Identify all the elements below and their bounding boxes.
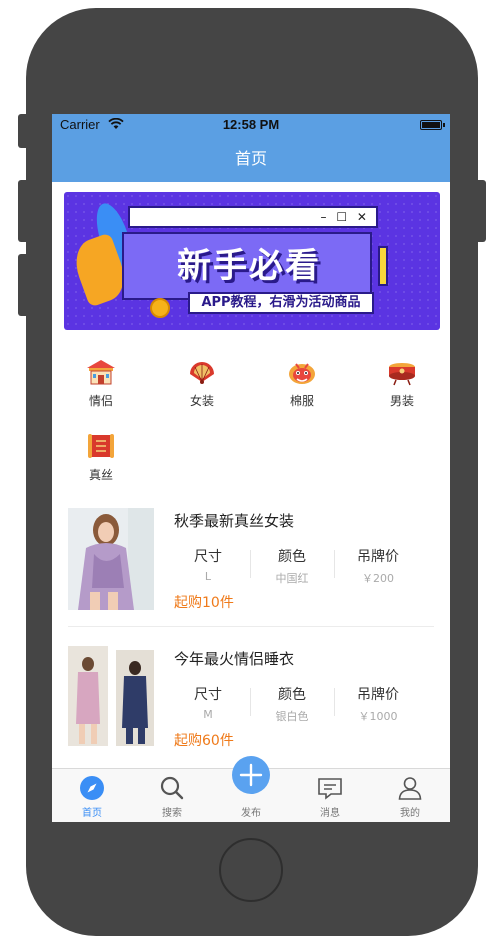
category-label: 女装 <box>189 394 214 408</box>
drum-icon <box>389 363 415 386</box>
product-attr-size: 尺寸 L <box>166 546 250 583</box>
tab-label: 我的 <box>400 808 420 819</box>
tab-label: 首页 <box>82 808 102 819</box>
attr-value: ￥200 <box>362 572 394 585</box>
yellow-bar-decoration <box>378 246 388 286</box>
min-order-quantity: 起购60件 <box>174 733 234 749</box>
category-cotton[interactable]: 棉服 <box>262 358 342 409</box>
plus-icon <box>239 763 263 787</box>
category-silk[interactable]: 真丝 <box>61 432 141 483</box>
attr-value: ￥1000 <box>358 710 398 723</box>
attr-value: L <box>204 570 212 583</box>
scroll-icon <box>88 434 114 458</box>
page-title: 首页 <box>234 149 267 168</box>
category-label: 真丝 <box>88 468 113 482</box>
attr-value: 中国红 <box>275 572 309 585</box>
product-attr-price: 吊牌价 ￥200 <box>336 546 420 586</box>
nav-bar: 首页 <box>52 136 450 182</box>
product-attr-size: 尺寸 M <box>166 684 250 721</box>
attr-key: 颜色 <box>278 687 306 703</box>
tab-home[interactable]: 首页 <box>52 769 132 822</box>
compass-icon <box>80 776 104 800</box>
category-label: 男装 <box>389 394 414 408</box>
screen: Carrier 12:58 PM 首页 – ☐ ✕ 新手必看 APP教程，右滑为… <box>52 114 450 822</box>
tab-label: 发布 <box>241 808 261 819</box>
product-attr-color: 颜色 银白色 <box>250 684 334 724</box>
promo-banner[interactable]: – ☐ ✕ 新手必看 APP教程，右滑为活动商品 <box>64 192 440 330</box>
attr-value: M <box>203 708 213 721</box>
attr-divider <box>334 688 335 716</box>
category-label: 情侣 <box>88 394 113 408</box>
attr-key: 尺寸 <box>194 687 222 703</box>
product-image <box>68 646 154 748</box>
tab-search[interactable]: 搜索 <box>132 769 212 822</box>
banner-window-decoration: – ☐ ✕ <box>128 206 378 228</box>
attr-key: 颜色 <box>278 549 306 565</box>
attr-key: 吊牌价 <box>357 687 399 703</box>
attr-key: 吊牌价 <box>357 549 399 565</box>
battery-icon <box>420 120 445 130</box>
tab-messages[interactable]: 消息 <box>290 769 370 822</box>
window-controls-decoration: – ☐ ✕ <box>320 210 370 224</box>
lion-head-icon <box>289 363 315 384</box>
attr-divider <box>334 550 335 578</box>
pavilion-icon <box>87 360 115 385</box>
tab-label: 消息 <box>320 808 340 819</box>
home-button[interactable] <box>219 838 283 902</box>
tab-label: 搜索 <box>162 808 182 819</box>
category-couple[interactable]: 情侣 <box>61 358 141 409</box>
publish-button[interactable] <box>232 756 270 794</box>
coin-icon <box>150 298 170 318</box>
banner-subtitle: APP教程，右滑为活动商品 <box>188 292 374 314</box>
status-bar: Carrier 12:58 PM <box>52 114 450 136</box>
product-attr-price: 吊牌价 ￥1000 <box>336 684 420 724</box>
product-attr-color: 颜色 中国红 <box>250 546 334 586</box>
fan-icon <box>190 362 214 384</box>
product-name: 秋季最新真丝女装 <box>174 512 295 530</box>
list-divider <box>68 626 434 627</box>
category-men[interactable]: 男装 <box>362 358 442 409</box>
clock: 12:58 PM <box>222 117 280 132</box>
person-icon <box>398 777 422 800</box>
message-icon <box>318 778 342 800</box>
category-label: 棉服 <box>289 394 314 408</box>
product-name: 今年最火情侣睡衣 <box>174 650 295 668</box>
min-order-quantity: 起购10件 <box>174 595 234 611</box>
attr-value: 银白色 <box>275 710 309 723</box>
category-women[interactable]: 女装 <box>162 358 242 409</box>
product-image <box>68 508 154 610</box>
tab-profile[interactable]: 我的 <box>370 769 450 822</box>
search-icon <box>160 776 184 800</box>
attr-key: 尺寸 <box>194 549 222 565</box>
banner-title: 新手必看 <box>177 246 321 286</box>
